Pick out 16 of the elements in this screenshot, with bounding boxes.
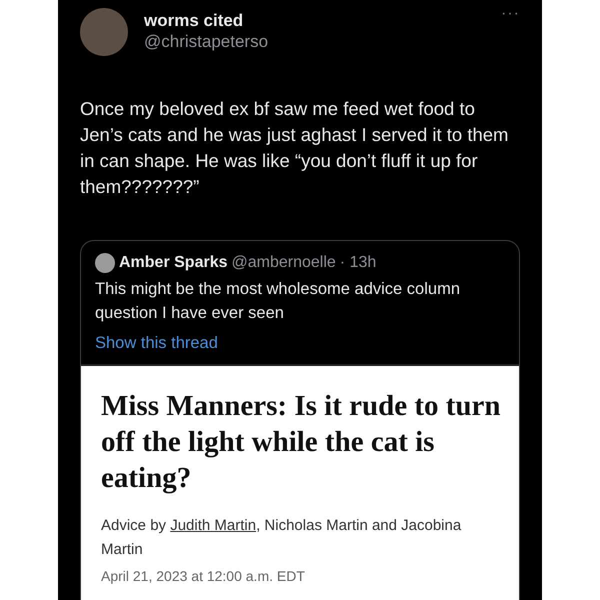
user-handle: @ambernoelle (232, 253, 336, 273)
display-name[interactable]: worms cited (144, 11, 268, 31)
tweet-text: Once my beloved ex bf saw me feed wet food to Jen’s cats and he was just aghast I served it to them in can shape. He was like “you don’t fluff it up for them???????” (80, 97, 510, 199)
article-byline: Advice by Judith Martin, Nicholas Martin and Jacobina Martin (101, 516, 462, 560)
avatar[interactable] (80, 8, 128, 56)
user-handle[interactable]: @christapeterso (144, 31, 268, 53)
timestamp: · 13h (340, 253, 376, 273)
author-link[interactable]: Judith Martin (170, 516, 256, 534)
display-name: Amber Sparks (119, 253, 228, 273)
avatar (95, 253, 115, 273)
quoted-tweet[interactable] (80, 240, 520, 600)
show-thread-link[interactable]: Show this thread (95, 331, 218, 356)
article-date: April 21, 2023 at 12:00 a.m. EDT (101, 566, 306, 586)
article-headline: Miss Manners: Is it rude to turn off the light while the cat is eating? (101, 388, 501, 496)
more-options-icon[interactable]: ··· (501, 2, 520, 26)
quoted-tweet-text: This might be the most wholesome advice column question I have ever seen (94, 279, 461, 324)
